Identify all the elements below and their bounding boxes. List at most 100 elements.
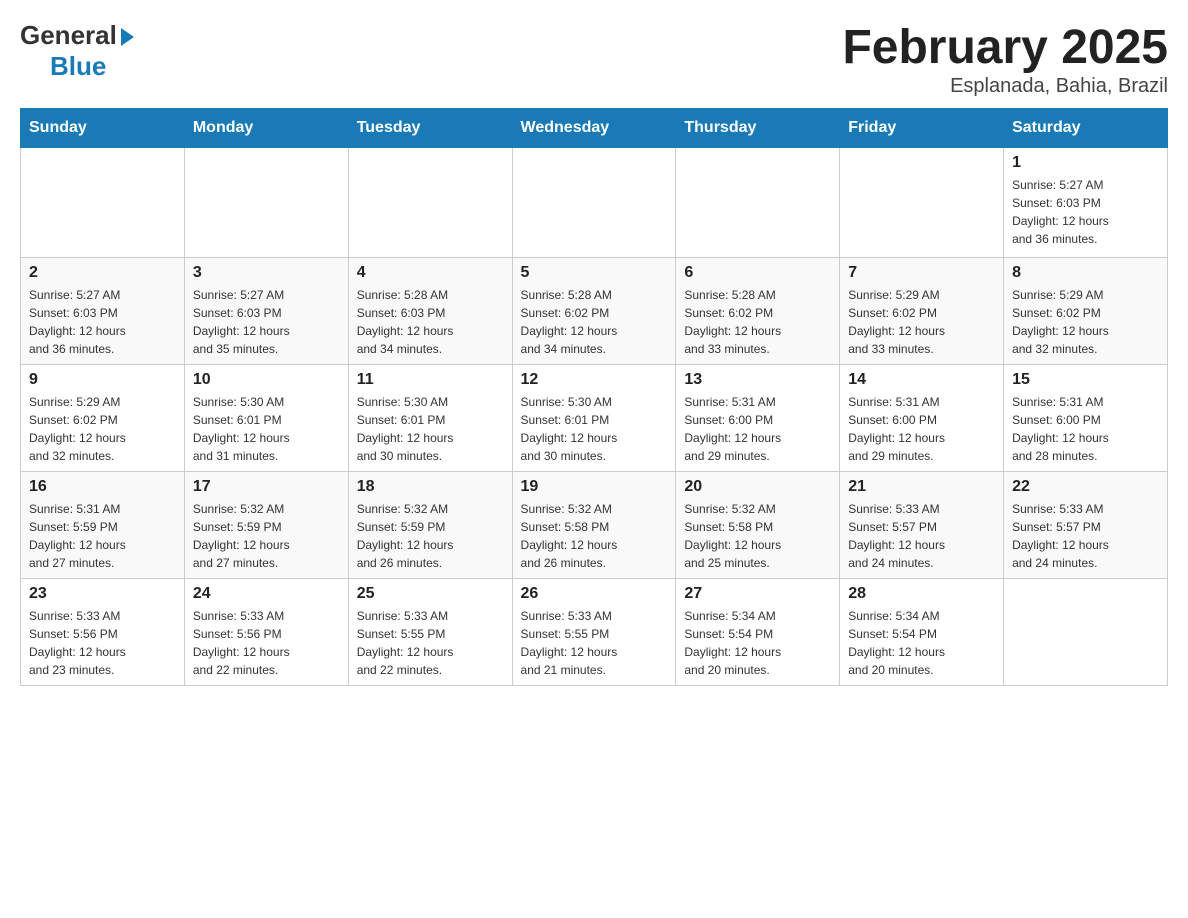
day-info: Sunrise: 5:29 AMSunset: 6:02 PMDaylight:…: [29, 393, 176, 465]
day-number: 8: [1012, 264, 1159, 282]
day-info: Sunrise: 5:34 AMSunset: 5:54 PMDaylight:…: [848, 607, 995, 679]
day-number: 24: [193, 585, 340, 603]
day-cell: 21 Sunrise: 5:33 AMSunset: 5:57 PMDayligh…: [840, 472, 1004, 579]
day-cell: 13Sunrise: 5:31 AMSunset: 6:00 PMDayligh…: [676, 365, 840, 472]
day-cell: 22 Sunrise: 5:33 AMSunset: 5:57 PMDayligh…: [1004, 472, 1168, 579]
day-cell: 27 Sunrise: 5:34 AMSunset: 5:54 PMDayligh…: [676, 579, 840, 686]
day-info: Sunrise: 5:30 AMSunset: 6:01 PMDaylight:…: [357, 393, 504, 465]
week-row-3: 9 Sunrise: 5:29 AMSunset: 6:02 PMDaylight…: [21, 365, 1168, 472]
day-number: 9: [29, 371, 176, 389]
day-info: Sunrise: 5:32 AMSunset: 5:59 PMDaylight:…: [357, 500, 504, 572]
day-number: 13: [684, 371, 831, 389]
day-info: Sunrise: 5:32 AMSunset: 5:59 PMDaylight:…: [193, 500, 340, 572]
day-number: 1: [1012, 154, 1159, 172]
day-number: 16: [29, 478, 176, 496]
day-info: Sunrise: 5:33 AMSunset: 5:57 PMDaylight:…: [848, 500, 995, 572]
day-info: Sunrise: 5:33 AMSunset: 5:57 PMDaylight:…: [1012, 500, 1159, 572]
day-cell: 24Sunrise: 5:33 AMSunset: 5:56 PMDayligh…: [184, 579, 348, 686]
day-number: 12: [521, 371, 668, 389]
day-cell: [512, 148, 676, 258]
day-number: 17: [193, 478, 340, 496]
day-cell: 15 Sunrise: 5:31 AMSunset: 6:00 PMDayligh…: [1004, 365, 1168, 472]
day-cell: 26 Sunrise: 5:33 AMSunset: 5:55 PMDayligh…: [512, 579, 676, 686]
day-cell: 4 Sunrise: 5:28 AMSunset: 6:03 PMDaylight…: [348, 258, 512, 365]
day-info: Sunrise: 5:27 AMSunset: 6:03 PMDaylight:…: [1012, 176, 1159, 248]
weekday-header-sunday: Sunday: [21, 109, 185, 148]
logo: General Blue: [20, 20, 134, 82]
day-number: 27: [684, 585, 831, 603]
day-number: 2: [29, 264, 176, 282]
logo-general-text: General: [20, 20, 117, 51]
day-info: Sunrise: 5:28 AMSunset: 6:03 PMDaylight:…: [357, 286, 504, 358]
day-number: 3: [193, 264, 340, 282]
logo-arrow-icon: [121, 28, 134, 46]
weekday-header-tuesday: Tuesday: [348, 109, 512, 148]
weekday-header-thursday: Thursday: [676, 109, 840, 148]
calendar-subtitle: Esplanada, Bahia, Brazil: [842, 75, 1168, 98]
week-row-1: 1 Sunrise: 5:27 AMSunset: 6:03 PMDaylight…: [21, 148, 1168, 258]
day-number: 5: [521, 264, 668, 282]
day-info: Sunrise: 5:27 AMSunset: 6:03 PMDaylight:…: [29, 286, 176, 358]
day-cell: [184, 148, 348, 258]
title-block: February 2025 Esplanada, Bahia, Brazil: [842, 20, 1168, 98]
weekday-header-saturday: Saturday: [1004, 109, 1168, 148]
day-number: 4: [357, 264, 504, 282]
day-info: Sunrise: 5:33 AMSunset: 5:55 PMDaylight:…: [521, 607, 668, 679]
day-info: Sunrise: 5:31 AMSunset: 6:00 PMDaylight:…: [1012, 393, 1159, 465]
day-info: Sunrise: 5:31 AMSunset: 5:59 PMDaylight:…: [29, 500, 176, 572]
day-cell: 17 Sunrise: 5:32 AMSunset: 5:59 PMDayligh…: [184, 472, 348, 579]
day-number: 22: [1012, 478, 1159, 496]
day-info: Sunrise: 5:27 AMSunset: 6:03 PMDaylight:…: [193, 286, 340, 358]
calendar-table: SundayMondayTuesdayWednesdayThursdayFrid…: [20, 108, 1168, 686]
day-number: 15: [1012, 371, 1159, 389]
day-info: Sunrise: 5:28 AMSunset: 6:02 PMDaylight:…: [521, 286, 668, 358]
day-cell: 28 Sunrise: 5:34 AMSunset: 5:54 PMDayligh…: [840, 579, 1004, 686]
week-row-5: 23Sunrise: 5:33 AMSunset: 5:56 PMDayligh…: [21, 579, 1168, 686]
day-cell: 2 Sunrise: 5:27 AMSunset: 6:03 PMDaylight…: [21, 258, 185, 365]
day-cell: 6 Sunrise: 5:28 AMSunset: 6:02 PMDaylight…: [676, 258, 840, 365]
day-info: Sunrise: 5:34 AMSunset: 5:54 PMDaylight:…: [684, 607, 831, 679]
day-info: Sunrise: 5:29 AMSunset: 6:02 PMDaylight:…: [848, 286, 995, 358]
day-cell: 16 Sunrise: 5:31 AMSunset: 5:59 PMDayligh…: [21, 472, 185, 579]
day-cell: 20Sunrise: 5:32 AMSunset: 5:58 PMDayligh…: [676, 472, 840, 579]
day-cell: 3 Sunrise: 5:27 AMSunset: 6:03 PMDaylight…: [184, 258, 348, 365]
day-number: 26: [521, 585, 668, 603]
day-info: Sunrise: 5:29 AMSunset: 6:02 PMDaylight:…: [1012, 286, 1159, 358]
day-cell: 19Sunrise: 5:32 AMSunset: 5:58 PMDayligh…: [512, 472, 676, 579]
day-number: 20: [684, 478, 831, 496]
day-number: 14: [848, 371, 995, 389]
day-info: Sunrise: 5:32 AMSunset: 5:58 PMDaylight:…: [521, 500, 668, 572]
day-number: 25: [357, 585, 504, 603]
logo-blue-text: Blue: [50, 51, 106, 81]
day-cell: 9 Sunrise: 5:29 AMSunset: 6:02 PMDaylight…: [21, 365, 185, 472]
day-number: 6: [684, 264, 831, 282]
day-info: Sunrise: 5:30 AMSunset: 6:01 PMDaylight:…: [193, 393, 340, 465]
day-cell: 10 Sunrise: 5:30 AMSunset: 6:01 PMDayligh…: [184, 365, 348, 472]
day-cell: [676, 148, 840, 258]
day-cell: 14 Sunrise: 5:31 AMSunset: 6:00 PMDayligh…: [840, 365, 1004, 472]
day-cell: [840, 148, 1004, 258]
day-cell: 8 Sunrise: 5:29 AMSunset: 6:02 PMDaylight…: [1004, 258, 1168, 365]
day-cell: 23Sunrise: 5:33 AMSunset: 5:56 PMDayligh…: [21, 579, 185, 686]
day-number: 10: [193, 371, 340, 389]
day-cell: 12Sunrise: 5:30 AMSunset: 6:01 PMDayligh…: [512, 365, 676, 472]
day-cell: [1004, 579, 1168, 686]
day-cell: 5 Sunrise: 5:28 AMSunset: 6:02 PMDaylight…: [512, 258, 676, 365]
week-row-4: 16 Sunrise: 5:31 AMSunset: 5:59 PMDayligh…: [21, 472, 1168, 579]
day-number: 18: [357, 478, 504, 496]
day-number: 7: [848, 264, 995, 282]
day-number: 21: [848, 478, 995, 496]
day-info: Sunrise: 5:31 AMSunset: 6:00 PMDaylight:…: [848, 393, 995, 465]
day-cell: 7 Sunrise: 5:29 AMSunset: 6:02 PMDaylight…: [840, 258, 1004, 365]
day-cell: 25Sunrise: 5:33 AMSunset: 5:55 PMDayligh…: [348, 579, 512, 686]
weekday-header-friday: Friday: [840, 109, 1004, 148]
day-info: Sunrise: 5:33 AMSunset: 5:56 PMDaylight:…: [29, 607, 176, 679]
day-number: 11: [357, 371, 504, 389]
calendar-title: February 2025: [842, 20, 1168, 75]
page-header: General Blue February 2025 Esplanada, Ba…: [20, 20, 1168, 98]
day-cell: [21, 148, 185, 258]
day-cell: 1 Sunrise: 5:27 AMSunset: 6:03 PMDaylight…: [1004, 148, 1168, 258]
day-number: 28: [848, 585, 995, 603]
day-info: Sunrise: 5:28 AMSunset: 6:02 PMDaylight:…: [684, 286, 831, 358]
weekday-header-wednesday: Wednesday: [512, 109, 676, 148]
